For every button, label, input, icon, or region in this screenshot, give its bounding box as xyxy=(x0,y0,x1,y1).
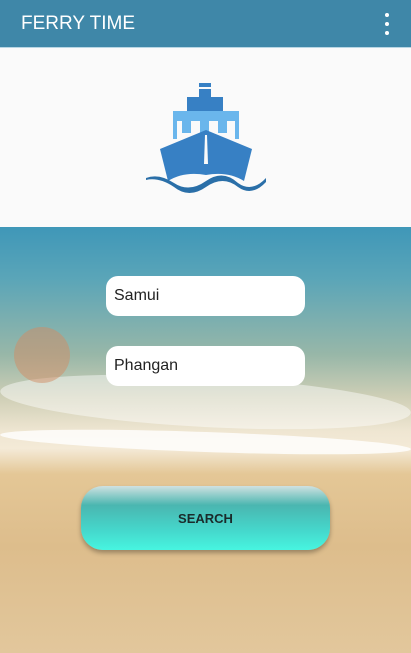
from-input[interactable] xyxy=(106,276,305,316)
app-title: FERRY TIME xyxy=(21,12,136,34)
ship-icon xyxy=(145,82,266,193)
banner xyxy=(0,47,411,227)
starfish-icon xyxy=(14,327,70,383)
to-input[interactable] xyxy=(106,346,305,386)
more-vert-icon[interactable] xyxy=(377,13,397,35)
search-button[interactable]: SEARCH xyxy=(81,486,330,550)
app-bar: FERRY TIME xyxy=(0,0,411,47)
